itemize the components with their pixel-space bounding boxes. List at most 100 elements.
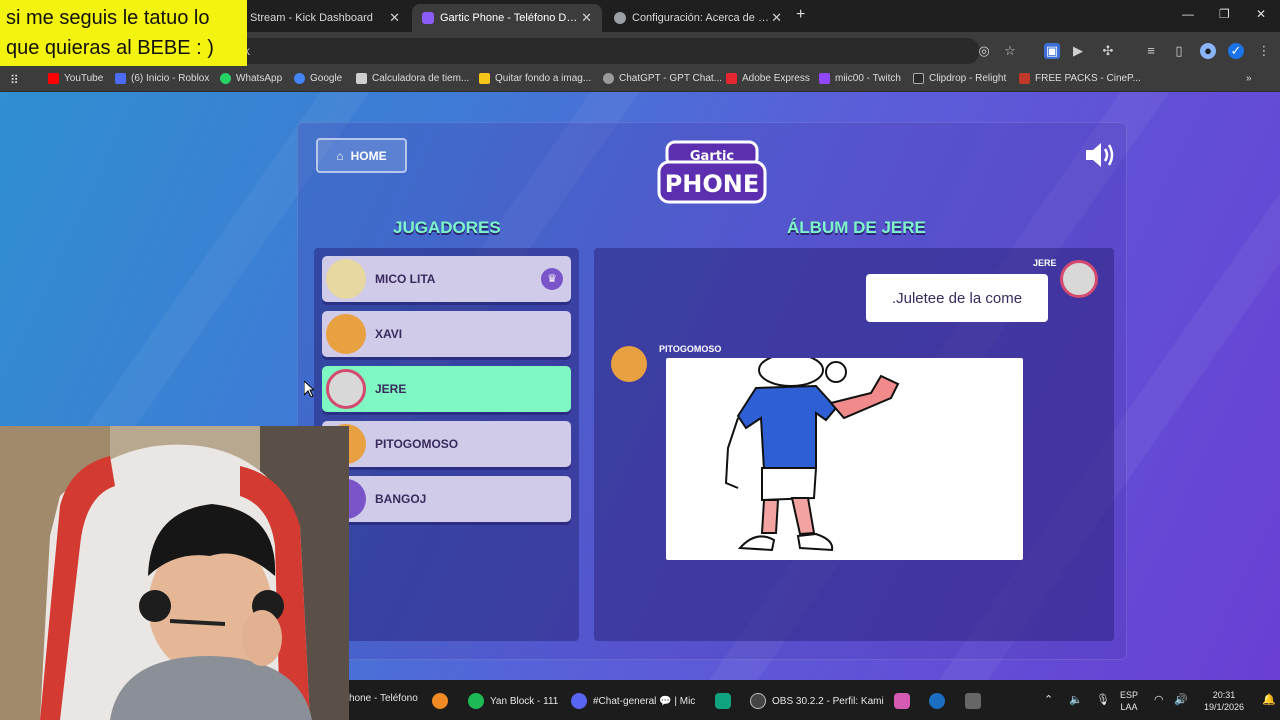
volume-icon[interactable]: 🔊 [1174, 694, 1188, 706]
bookmark-label: ChatGPT - GPT Chat... [619, 73, 722, 84]
star-icon[interactable]: ☆ [1002, 43, 1018, 59]
taskbar-label: #Chat-general 💬 | Mic [593, 695, 696, 707]
bookmark-google[interactable]: Google [294, 73, 342, 84]
player-name: PITOGOMOSO [375, 437, 459, 451]
taskbar-label: hone - Teléfono [349, 693, 418, 704]
taskbar-item-spotify[interactable]: Yan Block - 111 [468, 693, 558, 709]
taskbar-label: Yan Block - 111 [490, 695, 559, 707]
bookmark-roblox[interactable]: (6) Inicio - Roblox [115, 73, 209, 84]
maximize-icon[interactable]: ❐ [1219, 7, 1230, 21]
taskbar-item-app[interactable] [432, 693, 454, 709]
eye-off-icon[interactable]: ◎ [976, 43, 992, 59]
tab-title: Gartic Phone - Teléfono Descon [440, 12, 582, 24]
calculator-icon [356, 73, 367, 84]
taskbar-item-chatgpt[interactable] [715, 693, 737, 709]
drop-icon [432, 693, 448, 709]
gear-icon [614, 12, 626, 24]
adobe-icon [726, 73, 737, 84]
chevron-right-icon[interactable]: » [1246, 73, 1252, 84]
gartic-favicon-icon [422, 12, 434, 24]
notification-bell-icon[interactable]: 🔔 [1262, 694, 1276, 706]
url-input[interactable]: k [160, 38, 980, 64]
avatar [326, 314, 366, 354]
player-row-selected[interactable]: JERE [322, 366, 571, 412]
chatgpt-icon [715, 693, 731, 709]
profile-avatar-icon[interactable]: ● [1200, 43, 1216, 59]
taskbar-item-copilot[interactable] [894, 693, 916, 709]
close-icon[interactable]: ✕ [581, 10, 592, 26]
close-icon[interactable]: ✕ [389, 10, 400, 26]
avatar [611, 346, 647, 382]
chatgpt-icon [603, 73, 614, 84]
bookmark-label: FREE PACKS - CineP... [1035, 73, 1141, 84]
streamer-webcam-image [0, 426, 349, 720]
player-row[interactable]: BANGOJ [322, 476, 571, 522]
sound-icon[interactable] [1084, 141, 1116, 169]
mouse-cursor-icon [304, 381, 314, 397]
youtube-icon [48, 73, 59, 84]
bookmark-label: YouTube [64, 73, 104, 84]
logo-top-text: Gartic [690, 149, 734, 164]
home-button[interactable]: ⌂ HOME [316, 138, 407, 173]
taskbar-item-obs[interactable]: OBS 30.2.2 - Perfil: Kami [750, 693, 884, 709]
taskbar-label: OBS 30.2.2 - Perfil: Kami [772, 695, 884, 707]
tab-title: Stream - Kick Dashboard [250, 12, 373, 24]
bookmark-label: Quitar fondo a imag... [495, 73, 592, 84]
phrase-bubble: .Juletee de la come [866, 274, 1048, 322]
player-row[interactable]: MICO LITA ♛ [322, 256, 571, 302]
shield-icon[interactable]: ✓ [1228, 43, 1244, 59]
taskbar-item-browser[interactable]: hone - Teléfono [349, 693, 418, 704]
drawer-name: PITOGOMOSO [659, 344, 722, 354]
apps-grid-icon[interactable]: ⠿ [10, 73, 19, 87]
wifi-icon[interactable]: ◠ [1154, 694, 1164, 706]
playlist-icon[interactable]: ≡ [1143, 43, 1159, 59]
spotify-icon [468, 693, 484, 709]
bookmark-chatgpt[interactable]: ChatGPT - GPT Chat... [603, 73, 722, 84]
tab-kick-dashboard[interactable]: Stream - Kick Dashboard ✕ [240, 4, 410, 32]
sidebar-icon[interactable]: ▯ [1171, 43, 1187, 59]
tab-gartic-phone[interactable]: Gartic Phone - Teléfono Descon ✕ [412, 4, 602, 32]
video-icon[interactable]: ▶ [1070, 43, 1086, 59]
avatar [326, 369, 366, 409]
extension-icon[interactable]: ▣ [1044, 43, 1060, 59]
webcam-feed [0, 426, 349, 720]
new-tab-button[interactable]: + [796, 6, 805, 24]
bookmark-clipdrop[interactable]: Clipdrop - Relight [913, 73, 1006, 84]
bookmark-quitar-fondo[interactable]: Quitar fondo a imag... [479, 73, 591, 84]
player-name: MICO LITA [375, 272, 436, 286]
home-icon: ⌂ [336, 148, 344, 163]
obs-icon [750, 693, 766, 709]
minimize-icon[interactable]: — [1182, 7, 1194, 21]
close-icon[interactable]: ✕ [771, 10, 782, 26]
bookmark-whatsapp[interactable]: WhatsApp [220, 73, 282, 84]
language-indicator[interactable]: ESP LAA [1120, 689, 1138, 713]
puzzle-icon[interactable]: ✣ [1100, 43, 1116, 59]
player-name: XAVI [375, 327, 403, 341]
player-drawing [724, 358, 900, 552]
bookmark-twitch[interactable]: miic00 - Twitch [819, 73, 901, 84]
player-row[interactable]: XAVI [322, 311, 571, 357]
whatsapp-icon [220, 73, 231, 84]
keyboard-layout: LAA [1120, 702, 1138, 712]
player-row[interactable]: PITOGOMOSO [322, 421, 571, 467]
menu-icon[interactable]: ⋮ [1256, 43, 1272, 59]
chevron-up-icon[interactable]: ⌃ [1044, 694, 1053, 706]
close-window-icon[interactable]: ✕ [1256, 7, 1266, 21]
clock-time: 20:31 [1212, 690, 1236, 700]
overlay-line-1: si me seguis le tatuo lo [6, 7, 210, 29]
clock[interactable]: 20:31 19/1/2026 [1198, 689, 1250, 713]
taskbar-item-steam[interactable] [929, 693, 951, 709]
bookmark-calculadora[interactable]: Calculadora de tiem... [356, 73, 469, 84]
bookmark-adobe-express[interactable]: Adobe Express [726, 73, 810, 84]
author-name: JERE [1033, 258, 1057, 268]
avatar [1060, 260, 1098, 298]
bookmark-youtube[interactable]: YouTube [48, 73, 103, 84]
twitch-icon [819, 73, 830, 84]
bookmark-free-packs[interactable]: FREE PACKS - CineP... [1019, 73, 1141, 84]
tab-settings[interactable]: Configuración: Acerca de CClea ✕ [604, 4, 792, 32]
taskbar-item-capcut[interactable] [965, 693, 987, 709]
speaker-icon[interactable]: 🔈 [1069, 694, 1083, 706]
microphone-icon[interactable]: 🎙 [1096, 694, 1110, 706]
taskbar-item-discord[interactable]: #Chat-general 💬 | Mic [571, 693, 695, 709]
player-name: BANGOJ [375, 492, 427, 506]
